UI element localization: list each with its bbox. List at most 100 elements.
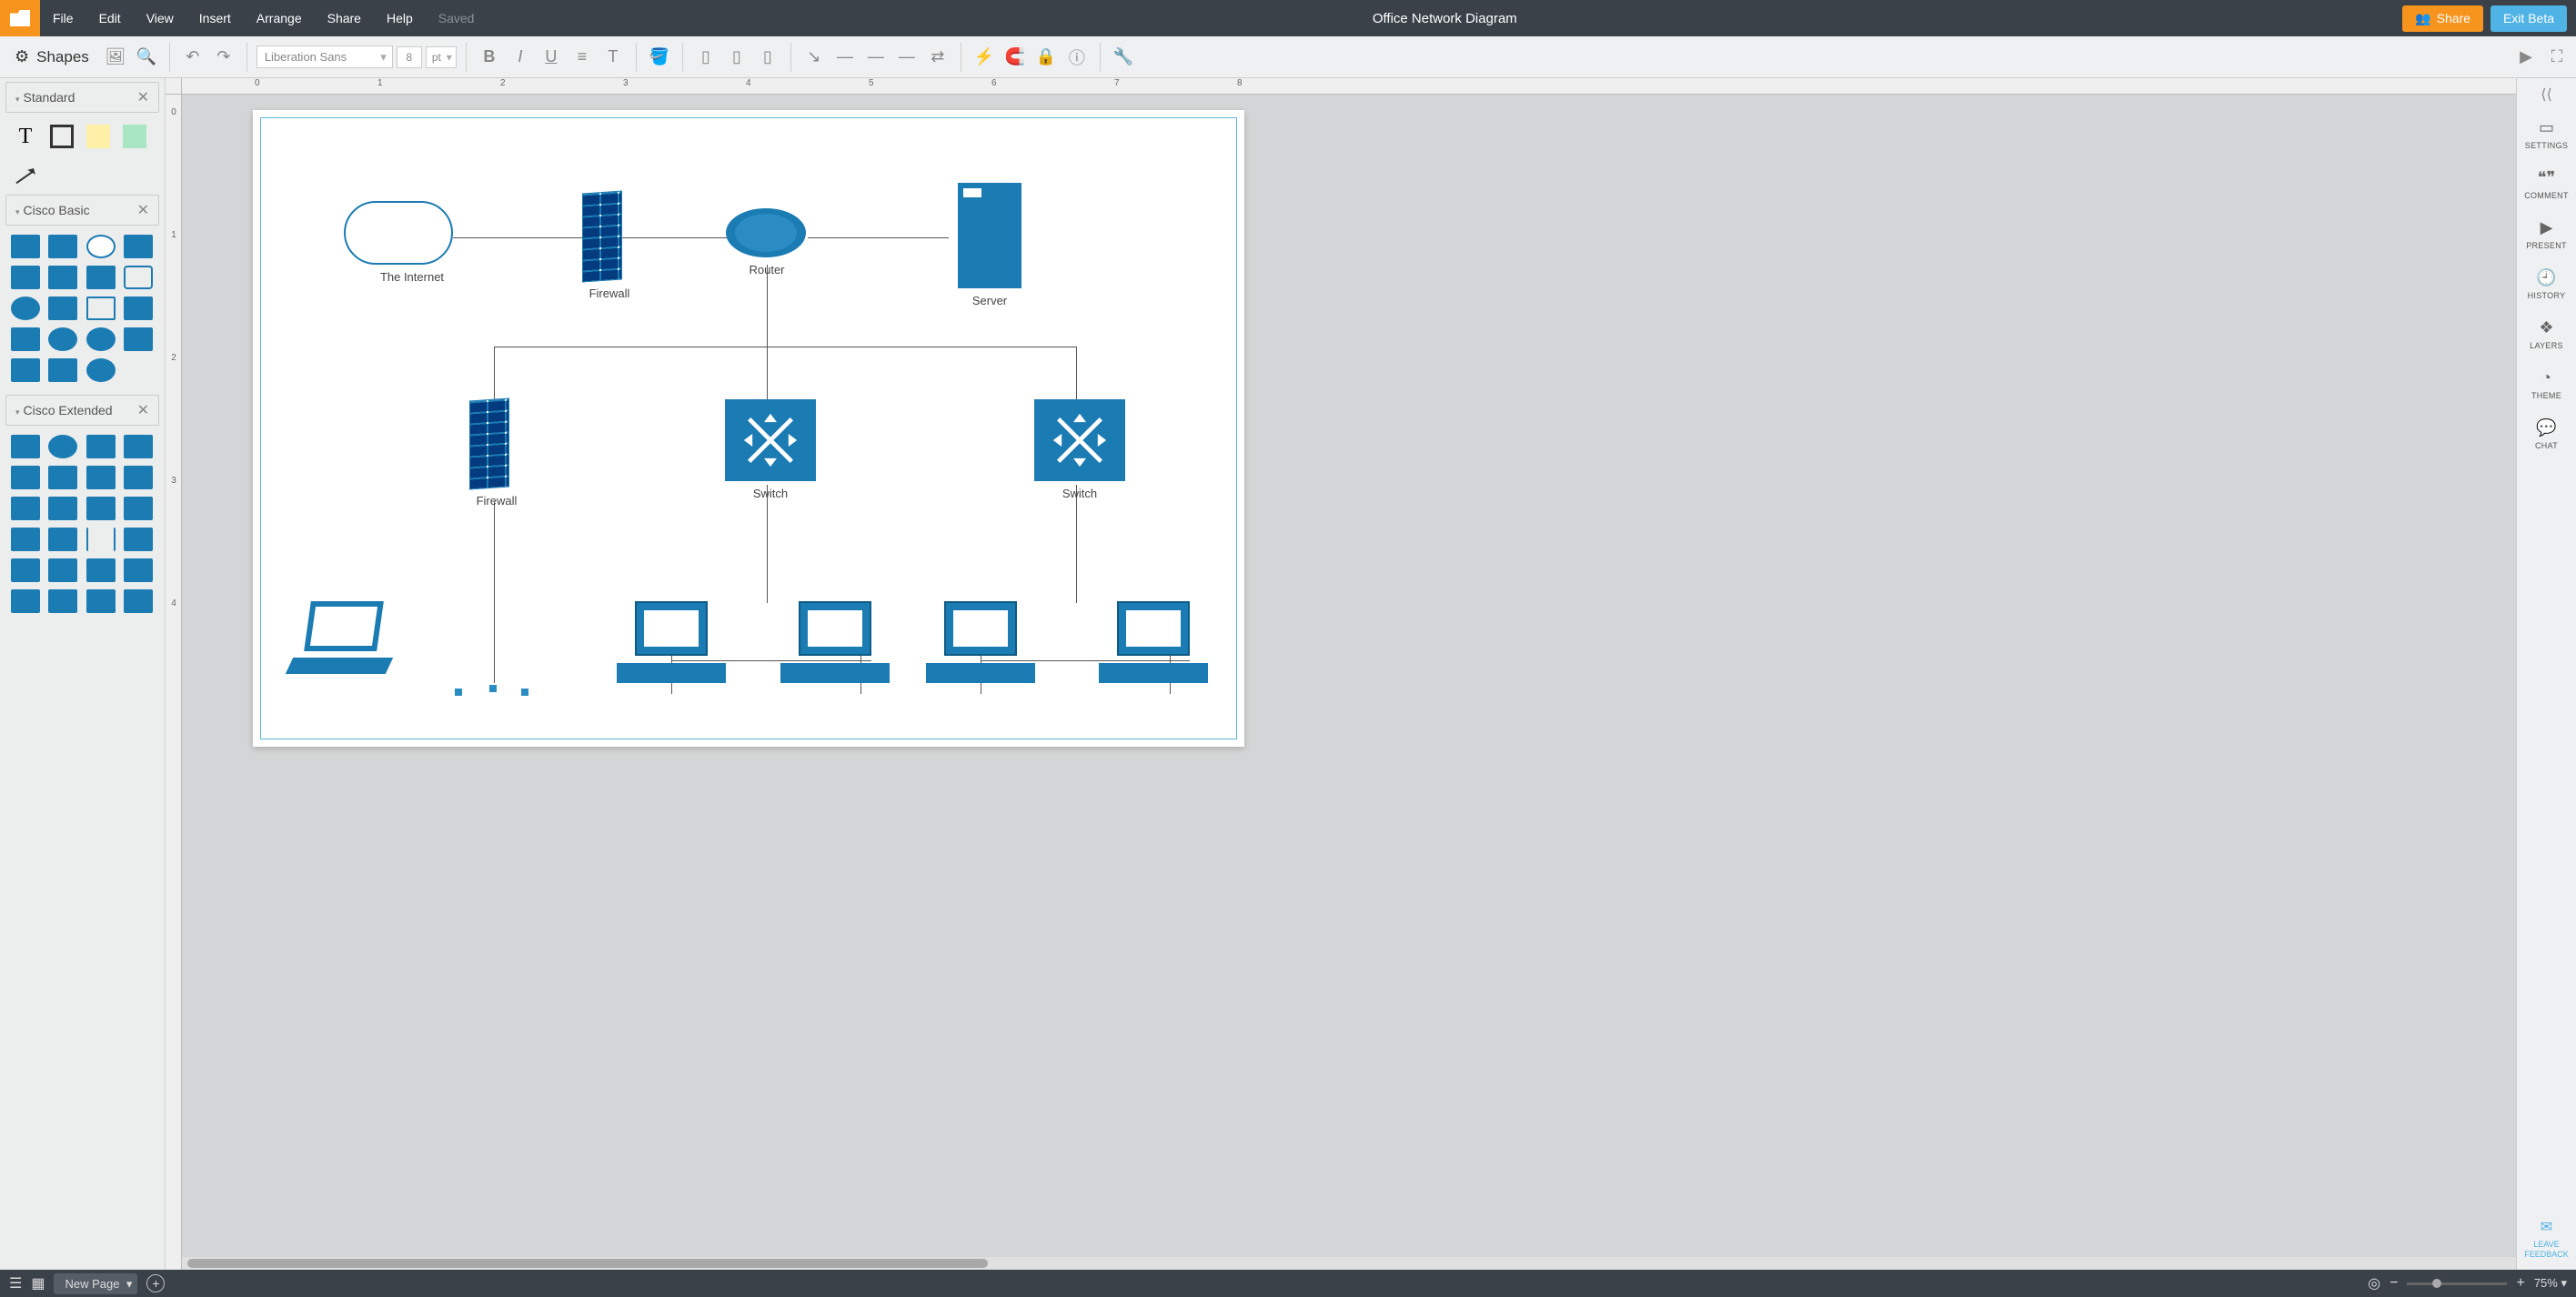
- fill-color-button[interactable]: 🪣: [646, 44, 673, 71]
- rail-chat[interactable]: 💬CHAT: [2535, 409, 2558, 459]
- cisco-shape[interactable]: [86, 327, 116, 351]
- line-shape[interactable]: [11, 158, 40, 187]
- line-style-button[interactable]: ↘: [800, 44, 828, 71]
- cisco-shape[interactable]: [11, 466, 40, 489]
- wrench-button[interactable]: 🔧: [1110, 44, 1137, 71]
- align-center-button[interactable]: ▯: [723, 44, 750, 71]
- close-icon[interactable]: ✕: [137, 401, 149, 419]
- text-style-button[interactable]: T: [599, 44, 627, 71]
- undo-button[interactable]: ↶: [179, 44, 206, 71]
- cisco-shape[interactable]: [124, 297, 153, 320]
- selection-handle[interactable]: [455, 689, 462, 696]
- node-switch-1[interactable]: Switch: [720, 399, 820, 500]
- cisco-shape[interactable]: [86, 589, 116, 613]
- magnet-button[interactable]: 🧲: [1001, 44, 1029, 71]
- grid-view-button[interactable]: ▦: [31, 1274, 45, 1292]
- rail-present[interactable]: ▶PRESENT: [2526, 209, 2567, 259]
- underline-button[interactable]: U: [538, 44, 565, 71]
- cisco-shape[interactable]: [48, 497, 77, 520]
- menu-share[interactable]: Share: [315, 0, 374, 36]
- zoom-in-button[interactable]: +: [2516, 1275, 2524, 1292]
- cisco-shape[interactable]: [48, 266, 77, 289]
- documents-button[interactable]: [0, 0, 40, 36]
- canvas[interactable]: 0 1 2 3 4 5 6 7 8 0 1 2 3 4: [166, 78, 2516, 1270]
- node-firewall-1[interactable]: Firewall: [582, 192, 637, 300]
- connector[interactable]: [767, 265, 768, 347]
- image-button[interactable]: 🖼: [102, 44, 129, 71]
- align-button[interactable]: ≡: [569, 44, 596, 71]
- cisco-shape[interactable]: [11, 235, 40, 258]
- zoom-target-icon[interactable]: ◎: [2368, 1274, 2380, 1292]
- node-pc[interactable]: [617, 601, 735, 683]
- node-laptop[interactable]: [289, 601, 408, 674]
- cisco-shape[interactable]: [48, 435, 77, 458]
- cisco-shape[interactable]: [48, 327, 77, 351]
- cisco-shape[interactable]: [48, 297, 77, 320]
- lock-button[interactable]: 🔒: [1032, 44, 1060, 71]
- text-shape[interactable]: T: [11, 122, 40, 151]
- zoom-slider[interactable]: [2407, 1282, 2507, 1285]
- cisco-shape[interactable]: [11, 589, 40, 613]
- cisco-shape[interactable]: [124, 266, 153, 289]
- cisco-shape[interactable]: [11, 528, 40, 551]
- node-router[interactable]: Router: [726, 208, 808, 276]
- rect-shape[interactable]: [47, 122, 76, 151]
- cisco-shape[interactable]: [11, 558, 40, 582]
- cisco-shape[interactable]: [86, 466, 116, 489]
- connector[interactable]: [808, 237, 949, 238]
- node-pc[interactable]: [1099, 601, 1217, 683]
- present-toolbar-button[interactable]: ▶: [2512, 44, 2540, 71]
- node-pc[interactable]: [780, 601, 899, 683]
- selection-handle[interactable]: [489, 685, 497, 692]
- rail-comment[interactable]: ❝❞COMMENT: [2524, 159, 2569, 209]
- line-weight-button[interactable]: —: [831, 44, 859, 71]
- search-button[interactable]: 🔍: [133, 44, 160, 71]
- shapes-panel-toggle[interactable]: ⚙Shapes: [5, 47, 98, 66]
- cisco-shape[interactable]: [124, 435, 153, 458]
- connector[interactable]: [767, 347, 768, 401]
- add-page-button[interactable]: +: [146, 1274, 165, 1292]
- leave-feedback-button[interactable]: ✉LEAVEFEEDBACK: [2524, 1213, 2569, 1270]
- zoom-out-button[interactable]: −: [2390, 1275, 2398, 1292]
- cisco-shape[interactable]: [48, 466, 77, 489]
- cisco-shape[interactable]: [86, 558, 116, 582]
- connector[interactable]: [494, 347, 495, 401]
- menu-view[interactable]: View: [134, 0, 186, 36]
- menu-arrange[interactable]: Arrange: [244, 0, 315, 36]
- cisco-shape[interactable]: [86, 435, 116, 458]
- shape-category-cisco-basic[interactable]: ▾Cisco Basic✕: [5, 195, 159, 226]
- block-shape[interactable]: [120, 122, 149, 151]
- cisco-shape[interactable]: [48, 235, 77, 258]
- connector[interactable]: [621, 237, 730, 238]
- page-tab[interactable]: New Page: [54, 1273, 137, 1294]
- fullscreen-button[interactable]: ⛶: [2543, 44, 2571, 71]
- note-shape[interactable]: [84, 122, 113, 151]
- cisco-shape[interactable]: [86, 528, 116, 551]
- cisco-shape[interactable]: [11, 297, 40, 320]
- align-right-button[interactable]: ▯: [754, 44, 781, 71]
- shape-category-standard[interactable]: ▾Standard✕: [5, 82, 159, 113]
- rail-settings[interactable]: ▭SETTINGS: [2525, 109, 2568, 159]
- node-switch-2[interactable]: Switch: [1030, 399, 1130, 500]
- cisco-shape[interactable]: [124, 589, 153, 613]
- node-internet[interactable]: The Internet: [344, 201, 480, 284]
- share-button[interactable]: 👥Share: [2402, 5, 2483, 32]
- connector[interactable]: [767, 485, 768, 603]
- menu-help[interactable]: Help: [374, 0, 426, 36]
- arrow-end-button[interactable]: —: [893, 44, 921, 71]
- cisco-shape[interactable]: [86, 235, 116, 258]
- collapse-rail-button[interactable]: ⟨⟨: [2541, 85, 2551, 104]
- cisco-shape[interactable]: [86, 266, 116, 289]
- close-icon[interactable]: ✕: [137, 88, 149, 106]
- cisco-shape[interactable]: [124, 528, 153, 551]
- cisco-shape[interactable]: [124, 466, 153, 489]
- cisco-shape[interactable]: [86, 358, 116, 382]
- cisco-shape[interactable]: [48, 558, 77, 582]
- rail-theme[interactable]: ◔THEME: [2531, 359, 2561, 409]
- cisco-shape[interactable]: [86, 297, 116, 320]
- cisco-shape[interactable]: [124, 327, 153, 351]
- list-view-button[interactable]: ☰: [9, 1274, 22, 1292]
- cisco-shape[interactable]: [48, 358, 77, 382]
- rail-history[interactable]: 🕘HISTORY: [2528, 259, 2566, 309]
- page[interactable]: The Internet Firewall Router Server Fire…: [253, 110, 1244, 747]
